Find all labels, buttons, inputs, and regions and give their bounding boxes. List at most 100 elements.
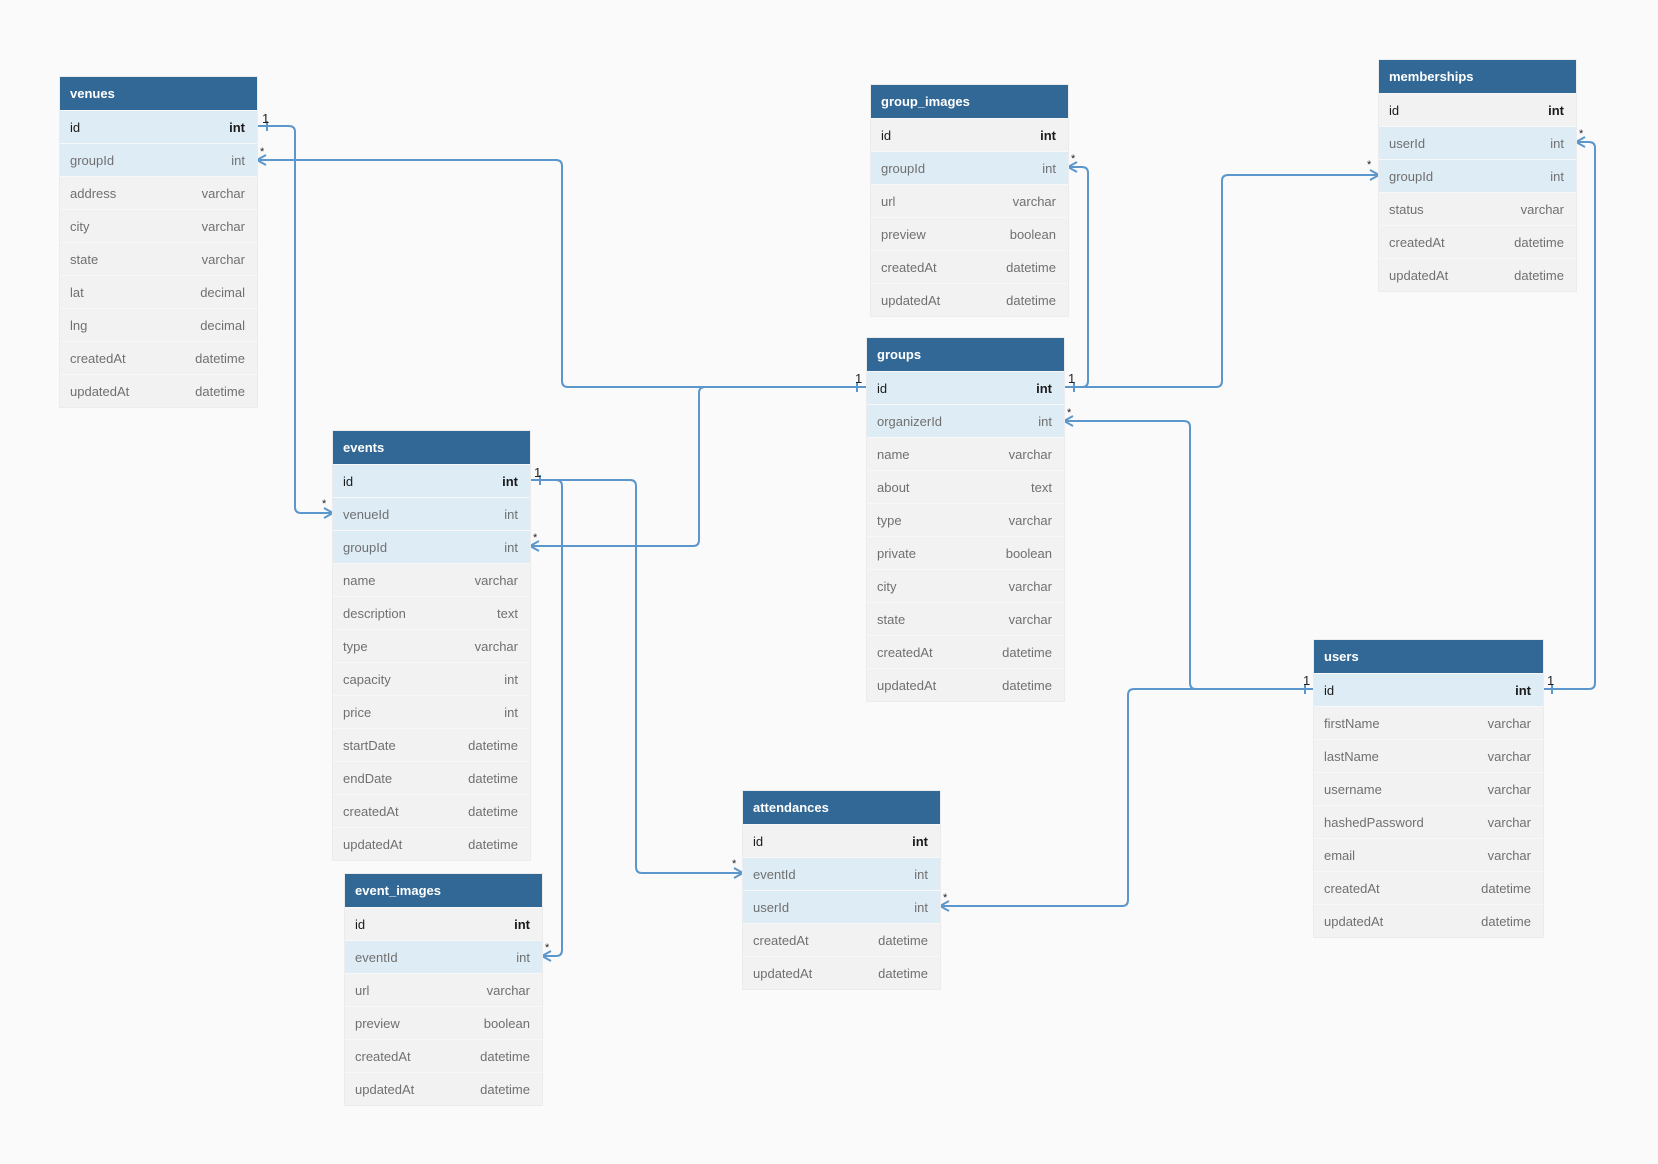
- field-row[interactable]: userId int: [743, 890, 940, 923]
- field-row[interactable]: type varchar: [333, 629, 530, 662]
- many-marker[interactable]: [1065, 161, 1078, 173]
- link-users-groups[interactable]: [1064, 420, 1314, 690]
- many-marker[interactable]: [539, 950, 552, 962]
- field-row[interactable]: updatedAt datetime: [871, 283, 1068, 316]
- table-group-images[interactable]: group_images id int groupId int url varchar pre…: [871, 85, 1068, 316]
- field-row[interactable]: createdAt datetime: [345, 1039, 542, 1072]
- many-marker[interactable]: [1061, 415, 1074, 427]
- field-row[interactable]: id int: [871, 118, 1068, 151]
- field-row[interactable]: venueId int: [333, 497, 530, 530]
- table-users[interactable]: users id int firstName varchar lastName varcha…: [1314, 640, 1543, 937]
- field-row[interactable]: updatedAt datetime: [743, 956, 940, 989]
- field-row[interactable]: address varchar: [60, 176, 257, 209]
- table-groups[interactable]: groups id int organizerId int name varchar abou…: [867, 338, 1064, 701]
- field-row[interactable]: eventId int: [743, 857, 940, 890]
- table-header[interactable]: users: [1314, 640, 1543, 673]
- table-header[interactable]: group_images: [871, 85, 1068, 118]
- field-row[interactable]: startDate datetime: [333, 728, 530, 761]
- field-row[interactable]: about text: [867, 470, 1064, 503]
- field-row[interactable]: id int: [333, 464, 530, 497]
- link-venues-events[interactable]: [257, 125, 333, 514]
- field-row[interactable]: groupId int: [871, 151, 1068, 184]
- field-name: createdAt: [355, 1049, 411, 1064]
- field-row[interactable]: id int: [1314, 673, 1543, 706]
- field-type: varchar: [1487, 815, 1531, 830]
- field-row[interactable]: createdAt datetime: [867, 635, 1064, 668]
- field-row[interactable]: id int: [743, 824, 940, 857]
- field-row[interactable]: updatedAt datetime: [867, 668, 1064, 701]
- field-row[interactable]: createdAt datetime: [333, 794, 530, 827]
- field-row[interactable]: username varchar: [1314, 772, 1543, 805]
- field-row[interactable]: lastName varchar: [1314, 739, 1543, 772]
- field-row[interactable]: createdAt datetime: [1314, 871, 1543, 904]
- field-row[interactable]: createdAt datetime: [60, 341, 257, 374]
- field-row[interactable]: id int: [60, 110, 257, 143]
- field-row[interactable]: id int: [345, 907, 542, 940]
- table-venues[interactable]: venues id int groupId int address varchar city v…: [60, 77, 257, 407]
- table-header[interactable]: groups: [867, 338, 1064, 371]
- table-header[interactable]: attendances: [743, 791, 940, 824]
- field-row[interactable]: createdAt datetime: [1379, 225, 1576, 258]
- field-row[interactable]: city varchar: [867, 569, 1064, 602]
- field-row[interactable]: capacity int: [333, 662, 530, 695]
- link-users-attendances[interactable]: [940, 688, 1314, 907]
- field-row[interactable]: email varchar: [1314, 838, 1543, 871]
- field-row[interactable]: organizerId int: [867, 404, 1064, 437]
- field-row[interactable]: type varchar: [867, 503, 1064, 536]
- field-row[interactable]: description text: [333, 596, 530, 629]
- many-marker[interactable]: [323, 507, 336, 519]
- table-events[interactable]: events id int venueId int groupId int name varch…: [333, 431, 530, 860]
- field-row[interactable]: preview boolean: [345, 1006, 542, 1039]
- field-row[interactable]: name varchar: [333, 563, 530, 596]
- field-row[interactable]: groupId int: [1379, 159, 1576, 192]
- field-row[interactable]: updatedAt datetime: [1314, 904, 1543, 937]
- field-row[interactable]: id int: [867, 371, 1064, 404]
- field-row[interactable]: private boolean: [867, 536, 1064, 569]
- field-row[interactable]: lat decimal: [60, 275, 257, 308]
- field-row[interactable]: userId int: [1379, 126, 1576, 159]
- many-marker[interactable]: [733, 867, 746, 879]
- field-type: datetime: [1481, 881, 1531, 896]
- field-row[interactable]: updatedAt datetime: [1379, 258, 1576, 291]
- table-memberships[interactable]: memberships id int userId int groupId int statu…: [1379, 60, 1576, 291]
- field-row[interactable]: groupId int: [333, 530, 530, 563]
- many-marker[interactable]: [1573, 136, 1586, 148]
- table-event-images[interactable]: event_images id int eventId int url varchar pre…: [345, 874, 542, 1105]
- table-header[interactable]: event_images: [345, 874, 542, 907]
- table-header[interactable]: memberships: [1379, 60, 1576, 93]
- many-marker[interactable]: [937, 900, 950, 912]
- field-row[interactable]: updatedAt datetime: [345, 1072, 542, 1105]
- field-row[interactable]: lng decimal: [60, 308, 257, 341]
- field-row[interactable]: state varchar: [60, 242, 257, 275]
- field-row[interactable]: name varchar: [867, 437, 1064, 470]
- many-marker[interactable]: [1369, 169, 1382, 181]
- field-row[interactable]: url varchar: [871, 184, 1068, 217]
- field-row[interactable]: id int: [1379, 93, 1576, 126]
- link-groups-events[interactable]: [530, 386, 867, 547]
- field-row[interactable]: status varchar: [1379, 192, 1576, 225]
- field-row[interactable]: hashedPassword varchar: [1314, 805, 1543, 838]
- link-groups-venues[interactable]: [257, 159, 867, 388]
- field-row[interactable]: firstName varchar: [1314, 706, 1543, 739]
- field-row[interactable]: createdAt datetime: [743, 923, 940, 956]
- field-row[interactable]: price int: [333, 695, 530, 728]
- link-groups-memberships[interactable]: [1064, 174, 1379, 388]
- field-row[interactable]: updatedAt datetime: [60, 374, 257, 407]
- field-row[interactable]: url varchar: [345, 973, 542, 1006]
- table-header[interactable]: events: [333, 431, 530, 464]
- cardinality-label: *: [1067, 407, 1072, 419]
- link-events-attendances[interactable]: [530, 479, 743, 874]
- field-row[interactable]: createdAt datetime: [871, 250, 1068, 283]
- many-marker[interactable]: [254, 154, 267, 166]
- field-row[interactable]: updatedAt datetime: [333, 827, 530, 860]
- table-header[interactable]: venues: [60, 77, 257, 110]
- field-row[interactable]: preview boolean: [871, 217, 1068, 250]
- field-row[interactable]: state varchar: [867, 602, 1064, 635]
- field-row[interactable]: eventId int: [345, 940, 542, 973]
- field-row[interactable]: endDate datetime: [333, 761, 530, 794]
- table-attendances[interactable]: attendances id int eventId int userId int creat…: [743, 791, 940, 989]
- field-type: text: [497, 606, 518, 621]
- field-row[interactable]: groupId int: [60, 143, 257, 176]
- field-row[interactable]: city varchar: [60, 209, 257, 242]
- many-marker[interactable]: [527, 540, 540, 552]
